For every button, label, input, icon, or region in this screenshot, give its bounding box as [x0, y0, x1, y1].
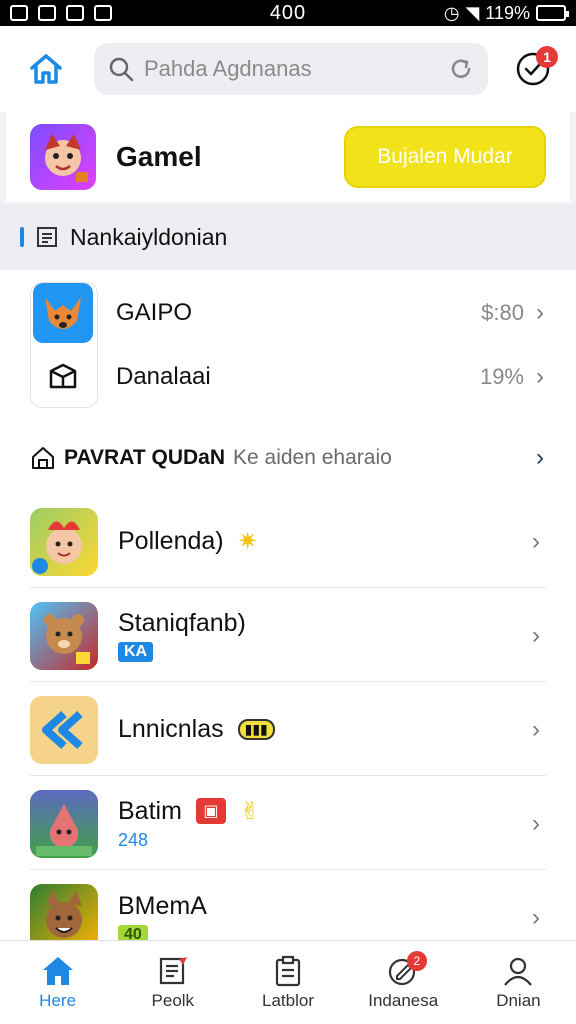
summary-label: Danalaai: [116, 363, 211, 390]
tab-label: Here: [39, 990, 77, 1010]
fox-app-icon: [30, 282, 96, 344]
list-item-info: Lnnicnlas ▮▮▮: [118, 715, 526, 744]
section-header: Nankaiyldonian: [0, 204, 576, 270]
app-icon: [30, 601, 98, 670]
wifi-icon: ◥: [465, 2, 480, 23]
summary-value: 19%: [479, 364, 524, 389]
app-name: Staniqfanb): [118, 609, 246, 637]
list-item-title-row: Lnnicnlas ▮▮▮: [118, 715, 526, 744]
chevron-right-icon: ›: [532, 715, 540, 743]
app-icon: [30, 507, 98, 576]
section-title: Nankaiyldonian: [70, 223, 228, 250]
game-icon[interactable]: [30, 124, 96, 190]
chevron-right-icon: ›: [532, 527, 540, 555]
promo-title: PAVRAT QUDaN: [64, 446, 226, 469]
home-button[interactable]: [16, 39, 76, 99]
tab-label: Peolk: [151, 990, 195, 1010]
chevron-right-icon: ›: [532, 621, 540, 649]
section-accent-bar: [20, 227, 24, 247]
app-icon: [30, 789, 98, 858]
app-icon: [30, 695, 98, 764]
app-name: Pollenda): [118, 527, 224, 555]
battery-badge-icon: ▮▮▮: [237, 719, 275, 740]
list-item-title-row: BMemA: [118, 892, 526, 921]
search-input[interactable]: [144, 56, 438, 82]
chevron-right-icon: ›: [532, 904, 540, 931]
chevron-right-icon: ›: [536, 299, 544, 326]
app-tag: 40: [118, 924, 148, 940]
game-title: Gamel: [116, 141, 202, 172]
battery-percent: 119%: [485, 2, 530, 23]
mail-icon: [38, 5, 56, 21]
tab-label: Latblor: [262, 990, 314, 1010]
tab-home[interactable]: Here: [0, 941, 115, 1024]
promo-subtitle: Ke aiden eharaio: [233, 446, 392, 469]
home-icon: [42, 956, 73, 985]
summary-value: $:80: [481, 300, 524, 325]
refresh-icon[interactable]: [448, 56, 474, 82]
tab-notes[interactable]: Peolk: [115, 941, 230, 1024]
game-banner: Gamel Bujalen Mudar: [6, 112, 570, 202]
app-name: Lnnicnlas: [118, 715, 224, 743]
search-bar[interactable]: [94, 43, 488, 95]
package-icon: [30, 346, 96, 408]
search-icon: [109, 57, 134, 82]
home-icon: [30, 54, 62, 84]
notes-icon: [159, 956, 187, 984]
summary-row[interactable]: GAIPO $:80 ›: [30, 282, 550, 344]
app-name: BMemA: [118, 891, 207, 920]
photo-icon: [94, 5, 112, 21]
notification-badge: 1: [536, 46, 558, 68]
tab-label: Indanesa: [368, 990, 439, 1010]
battery-icon: [536, 5, 569, 21]
summary-label: GAIPO: [116, 299, 193, 326]
house-icon: [32, 447, 54, 469]
list-item[interactable]: Batim ▣ ✌ 248 ›: [30, 778, 546, 870]
bottom-tab-bar: Here Peolk Latblor 2 Indanesa Dnian: [0, 940, 576, 1024]
list-item[interactable]: Lnnicnlas ▮▮▮ ›: [30, 684, 546, 776]
list-item-info: Staniqfanb) KA: [118, 609, 526, 662]
chevron-right-icon: ›: [536, 363, 544, 390]
hand-icon: ✌: [239, 797, 261, 825]
list-item[interactable]: Staniqfanb) KA ›: [30, 590, 546, 682]
app-tag: 248: [118, 829, 149, 850]
image-icon: [10, 5, 28, 21]
chevron-right-icon: ›: [536, 444, 544, 471]
summary-row[interactable]: Danalaai 19% ›: [30, 346, 550, 408]
list-item[interactable]: BMemA 40 ›: [30, 872, 546, 940]
sun-icon: ✷: [237, 528, 258, 555]
tab-clipboard[interactable]: Latblor: [230, 941, 345, 1024]
app-name: Batim: [118, 796, 182, 825]
list-icon: [37, 227, 57, 247]
status-bar: 400 ◷ ◥ 119%: [0, 0, 576, 26]
status-icons-right: ◷ ◥ 119%: [443, 2, 569, 24]
tab-badge: 2: [406, 951, 427, 971]
gallery-icon: [66, 5, 84, 21]
promo-row[interactable]: PAVRAT QUDaN Ke aiden eharaio ›: [30, 438, 550, 478]
notifications-button[interactable]: 1: [506, 42, 560, 96]
list-item-title-row: Pollenda) ✷: [118, 527, 526, 556]
app-header: 1: [0, 26, 576, 112]
tab-label: Dnian: [496, 990, 541, 1010]
list-item-title-row: Staniqfanb): [118, 609, 526, 638]
status-icons-left: [10, 5, 112, 21]
gift-icon: ▣: [195, 798, 226, 824]
list-item[interactable]: Pollenda) ✷ ›: [30, 496, 546, 588]
alarm-icon: ◷: [443, 2, 460, 23]
list-item-info: Batim ▣ ✌ 248: [118, 797, 526, 851]
user-icon: [504, 957, 533, 986]
main-list: GAIPO $:80 › Danalaai 19% › PAVRAT QUDaN…: [0, 270, 576, 940]
list-item-title-row: Batim ▣ ✌: [118, 797, 526, 826]
list-item-info: BMemA 40: [118, 892, 526, 940]
summary-card: GAIPO $:80 › Danalaai 19% ›: [30, 282, 550, 410]
tab-profile[interactable]: Dnian: [461, 941, 576, 1024]
list-item-info: Pollenda) ✷: [118, 527, 526, 556]
app-tag: KA: [118, 642, 154, 662]
clipboard-icon: [275, 955, 301, 986]
chevron-right-icon: ›: [532, 809, 540, 837]
tab-edit[interactable]: 2 Indanesa: [346, 941, 461, 1024]
app-icon: [30, 884, 98, 940]
cta-button[interactable]: Bujalen Mudar: [344, 126, 546, 188]
